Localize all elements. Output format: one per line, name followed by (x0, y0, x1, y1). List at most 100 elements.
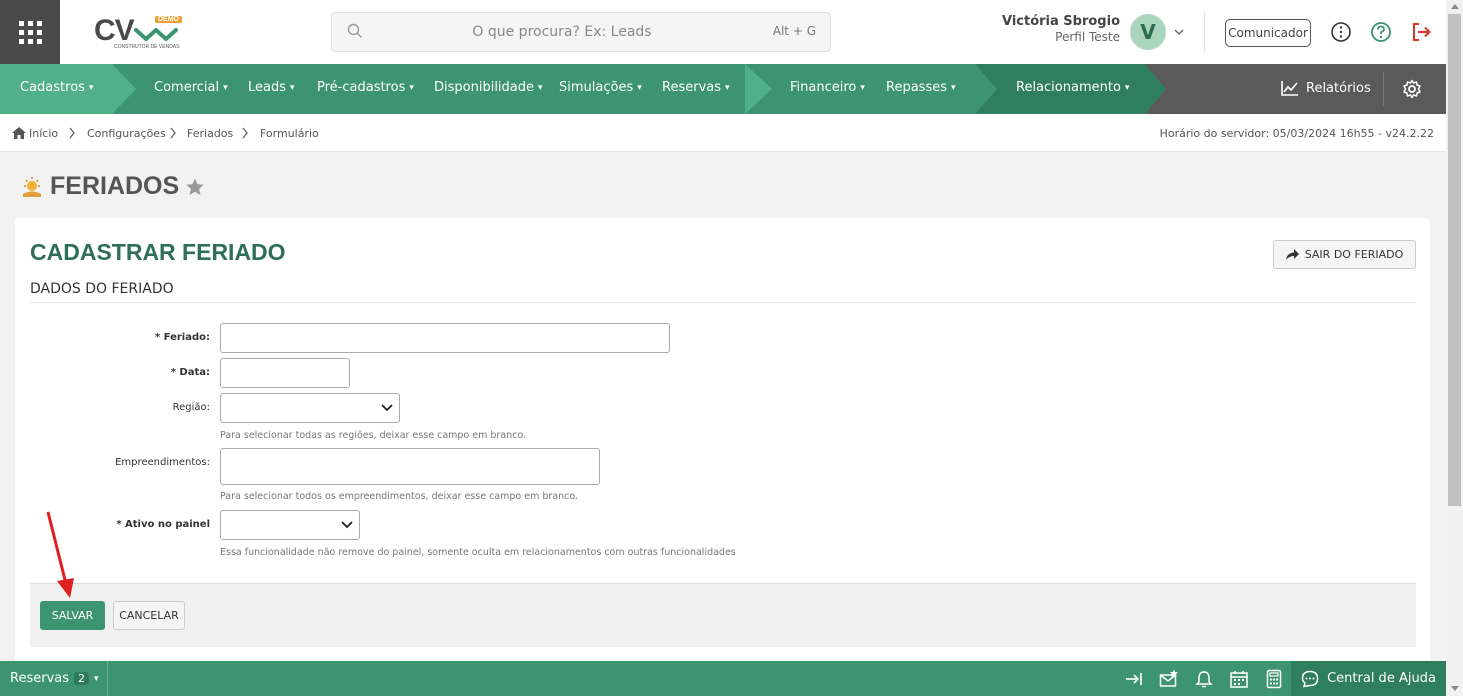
chevron-right-icon (242, 127, 248, 139)
chevron-right-icon (69, 127, 75, 139)
scroll-down-arrow[interactable] (1451, 686, 1459, 691)
menu-relacionamento[interactable]: Relacionamento ▾ (1016, 80, 1129, 95)
help-center-label: Central de Ajuda (1327, 671, 1436, 686)
chevron-down-icon: ▾ (409, 82, 414, 93)
logo-subtitle: CONSTRUTOR DE VENDAS (114, 44, 180, 50)
share-arrow-icon (1285, 249, 1299, 260)
search-input[interactable] (372, 21, 752, 43)
chart-line-icon (1281, 81, 1298, 96)
empreendimentos-hint: Para selecionar todos os empreendimentos… (220, 491, 579, 502)
menu-pre-cadastros[interactable]: Pré-cadastros ▾ (317, 80, 414, 95)
info-icon[interactable] (1330, 21, 1352, 43)
menu-label: Financeiro (790, 80, 857, 95)
apps-grid-icon (18, 20, 42, 44)
top-header: CV DEMO CONSTRUTOR DE VENDAS Alt + G Vic… (0, 0, 1446, 64)
chevron-down-icon: ▾ (950, 82, 956, 93)
holiday-icon (23, 176, 41, 197)
help-center-button[interactable]: Central de Ajuda (1291, 661, 1446, 696)
logo-demo-badge: DEMO (155, 16, 182, 23)
menu-label: Relacionamento (1016, 80, 1121, 95)
regiao-select[interactable] (220, 393, 400, 423)
main-menu: Cadastros ▾ Comercial ▾ Leads ▾ Pré-cadastr… (0, 64, 1446, 114)
menu-simulacoes[interactable]: Simulações ▾ (559, 80, 642, 95)
chevron-down-icon: ▾ (1124, 82, 1130, 93)
apps-menu-button[interactable] (0, 0, 60, 64)
menu-repasses[interactable]: Repasses ▾ (886, 80, 956, 95)
menu-financeiro[interactable]: Financeiro ▾ (790, 80, 865, 95)
header-divider (1204, 12, 1205, 52)
chevron-down-icon: ▾ (538, 82, 543, 93)
chevron-down-icon: ▾ (637, 82, 642, 93)
chevron-down-icon: ▾ (725, 82, 730, 93)
menu-relatorios[interactable]: Relatórios (1281, 80, 1371, 96)
menu-label: Reservas (662, 80, 721, 95)
data-input[interactable] (220, 358, 350, 388)
gear-icon[interactable] (1402, 79, 1422, 99)
reservas-dock-label: Reservas (10, 671, 69, 686)
user-info[interactable]: Victória Sbrogio Perfil Teste (960, 14, 1120, 44)
server-time: Horário do servidor: 05/03/2024 16h55 - … (1159, 127, 1434, 140)
mail-star-icon[interactable] (1159, 669, 1179, 689)
chevron-down-icon (381, 404, 393, 412)
calendar-icon[interactable] (1229, 669, 1249, 689)
menu-label: Pré-cadastros (317, 80, 406, 95)
chevron-down-icon: ▾ (94, 673, 99, 684)
menu-label: Simulações (559, 80, 634, 95)
feriado-label: * Feriado: (154, 332, 210, 343)
page-scrollbar[interactable] (1446, 0, 1463, 696)
form-title: CADASTRAR FERIADO (30, 239, 286, 265)
feriado-input[interactable] (220, 323, 670, 353)
global-search[interactable]: Alt + G (331, 12, 831, 52)
menu-label: Relatórios (1306, 80, 1371, 96)
breadcrumb-home[interactable]: Início (29, 127, 58, 140)
ativo-hint: Essa funcionalidade não remove do painel… (220, 547, 736, 558)
brand-logo[interactable]: CV DEMO CONSTRUTOR DE VENDAS (92, 10, 192, 54)
chevron-right-icon (170, 127, 176, 139)
menu-label: Leads (248, 80, 287, 95)
user-profile: Perfil Teste (1055, 30, 1120, 44)
menu-leads[interactable]: Leads ▾ (248, 80, 295, 95)
menu-cadastros[interactable]: Cadastros ▾ (20, 80, 93, 95)
chevron-down-icon: ▾ (860, 82, 865, 93)
help-icon[interactable] (1370, 21, 1392, 43)
breadcrumb: Início Configurações Feriados Formulário… (0, 114, 1446, 152)
calculator-icon[interactable] (1264, 669, 1284, 689)
menu-comercial[interactable]: Comercial ▾ (154, 80, 228, 95)
home-icon[interactable] (12, 127, 26, 139)
empreendimentos-input[interactable] (220, 448, 600, 485)
menu-label: Cadastros (20, 80, 85, 95)
comunicador-button[interactable]: Comunicador (1225, 19, 1311, 47)
search-icon (347, 23, 362, 38)
red-arrow-annotation (46, 511, 74, 598)
save-button[interactable]: SALVAR (40, 601, 105, 630)
scroll-up-arrow[interactable] (1451, 4, 1459, 9)
data-label: * Data: (170, 367, 210, 378)
exit-feriado-button[interactable]: SAIR DO FERIADO (1273, 240, 1416, 269)
bottom-bar: Reservas 2 ▾ Central de Ajuda (0, 661, 1446, 696)
empreendimentos-label: Empreendimentos: (115, 457, 210, 468)
scroll-thumb[interactable] (1448, 14, 1461, 506)
menu-reservas[interactable]: Reservas ▾ (662, 80, 730, 95)
chevron-down-icon[interactable] (1172, 25, 1186, 39)
reservas-dock[interactable]: Reservas 2 ▾ (0, 661, 108, 696)
section-divider (30, 302, 1416, 303)
page-title: FERIADOS (50, 172, 180, 200)
collapse-right-icon[interactable] (1124, 669, 1144, 689)
menu-divider (1383, 72, 1384, 106)
menu-label: Comercial (154, 80, 220, 95)
bell-icon[interactable] (1194, 669, 1214, 689)
logo-text: CV (94, 14, 135, 47)
menu-disponibilidade[interactable]: Disponibilidade ▾ (434, 80, 543, 95)
reservas-count-badge: 2 (74, 672, 89, 685)
chat-bubble-icon (1301, 670, 1319, 687)
exit-feriado-label: SAIR DO FERIADO (1304, 248, 1404, 261)
logout-icon[interactable] (1410, 21, 1432, 43)
breadcrumb-formulario: Formulário (260, 127, 319, 140)
cancel-button[interactable]: CANCELAR (113, 601, 185, 630)
breadcrumb-feriados[interactable]: Feriados (187, 127, 233, 140)
avatar[interactable]: V (1130, 14, 1166, 50)
star-icon[interactable] (185, 177, 205, 197)
regiao-hint: Para selecionar todas as regiões, deixar… (220, 430, 527, 441)
ativo-select[interactable] (220, 510, 360, 540)
breadcrumb-configuracoes[interactable]: Configurações (87, 127, 166, 140)
